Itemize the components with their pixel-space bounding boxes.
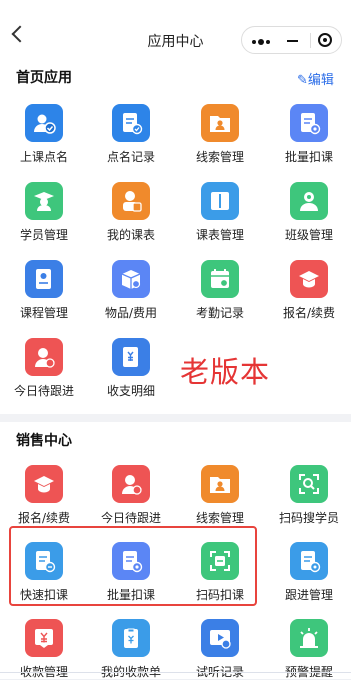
app-item[interactable]: 班级管理 [269, 182, 349, 242]
app-item-label: 我的课表 [106, 228, 155, 242]
more-menu-icon[interactable] [252, 39, 272, 45]
mini-program-capsule [241, 26, 342, 54]
app-item[interactable]: 今日待跟进 [4, 338, 84, 398]
alarm-icon [290, 619, 328, 657]
scan-search-icon [290, 465, 328, 503]
pencil-icon: ✎ [297, 73, 308, 88]
app-item[interactable]: 线索管理 [180, 104, 260, 164]
app-item-label: 线索管理 [195, 511, 244, 525]
section-divider [0, 414, 351, 422]
app-item[interactable]: 试听记录 [180, 619, 260, 679]
ledger-icon [112, 338, 150, 376]
user-check-icon [25, 104, 63, 142]
student-icon [25, 182, 63, 220]
capsule-divider [310, 33, 311, 48]
bottom-edge [0, 672, 351, 673]
app-center-page: 应用中心 首页应用 ✎编辑 上课点名 点名记录 线索管理 批量扣课 学员管理 我的课表 课表… [0, 0, 351, 679]
person-schedule-icon [112, 182, 150, 220]
document-check-icon [112, 104, 150, 142]
app-item[interactable]: 跟进管理 [269, 542, 349, 602]
trial-video-icon [201, 619, 239, 657]
app-item[interactable]: 我的收款单 [91, 619, 171, 679]
app-item[interactable]: 收支明细 [91, 338, 171, 398]
app-item-label: 课程管理 [19, 306, 68, 320]
follow-up-icon [25, 338, 63, 376]
minimize-icon[interactable] [287, 40, 298, 42]
app-item-label: 收支明细 [106, 384, 155, 398]
app-item-label: 扫码搜学员 [278, 511, 339, 525]
app-item[interactable]: 收款管理 [4, 619, 84, 679]
app-item-label: 今日待跟进 [13, 384, 74, 398]
app-item[interactable]: 课程管理 [4, 260, 84, 320]
app-item[interactable]: 今日待跟进 [91, 465, 171, 525]
app-item[interactable]: 报名/续费 [4, 465, 84, 525]
app-item-label: 课表管理 [195, 228, 244, 242]
edit-button[interactable]: ✎编辑 [297, 69, 334, 88]
graduation-cap-icon [25, 465, 63, 503]
home-apps-title: 首页应用 [16, 70, 72, 86]
app-item[interactable]: 我的课表 [91, 182, 171, 242]
folder-user-icon [201, 104, 239, 142]
app-item[interactable]: 报名/续费 [269, 260, 349, 320]
app-item[interactable]: 线索管理 [180, 465, 260, 525]
app-item[interactable]: 物品/费用 [91, 260, 171, 320]
document-batch-icon [290, 104, 328, 142]
app-item[interactable]: 课表管理 [180, 182, 260, 242]
edit-label: 编辑 [307, 73, 334, 88]
app-item-label: 点名记录 [106, 150, 155, 164]
app-item[interactable]: 考勤记录 [180, 260, 260, 320]
sales-center-title: 销售中心 [16, 433, 72, 449]
highlight-box [9, 526, 257, 606]
app-item[interactable]: 学员管理 [4, 182, 84, 242]
app-item[interactable]: 点名记录 [91, 104, 171, 164]
course-book-icon [25, 260, 63, 298]
app-item-label: 批量扣课 [284, 150, 333, 164]
follow-up-icon [112, 465, 150, 503]
app-item-label: 学员管理 [19, 228, 68, 242]
app-item[interactable]: 批量扣课 [269, 104, 349, 164]
app-item[interactable]: 上课点名 [4, 104, 84, 164]
app-item-label: 报名/续费 [17, 511, 71, 525]
class-icon [290, 182, 328, 220]
app-item-label: 物品/费用 [104, 306, 158, 320]
app-item-label: 考勤记录 [195, 306, 244, 320]
receipt-icon [112, 619, 150, 657]
book-icon [201, 182, 239, 220]
app-item-label: 上课点名 [19, 150, 68, 164]
folder-user-icon [201, 465, 239, 503]
close-mini-program-icon[interactable] [318, 33, 332, 47]
graduation-cap-icon [290, 260, 328, 298]
app-item-label: 今日待跟进 [100, 511, 161, 525]
app-item-label: 报名/续费 [282, 306, 336, 320]
payment-icon [25, 619, 63, 657]
box-icon [112, 260, 150, 298]
app-item[interactable]: 扫码搜学员 [269, 465, 349, 525]
old-version-annotation: 老版本 [180, 355, 271, 389]
calendar-icon [201, 260, 239, 298]
app-item-label: 线索管理 [195, 150, 244, 164]
app-item[interactable]: 预警提醒 [269, 619, 349, 679]
top-bar: 应用中心 [0, 0, 351, 56]
follow-manage-icon [290, 542, 328, 580]
app-item-label: 班级管理 [284, 228, 333, 242]
app-item-label: 跟进管理 [284, 588, 333, 602]
